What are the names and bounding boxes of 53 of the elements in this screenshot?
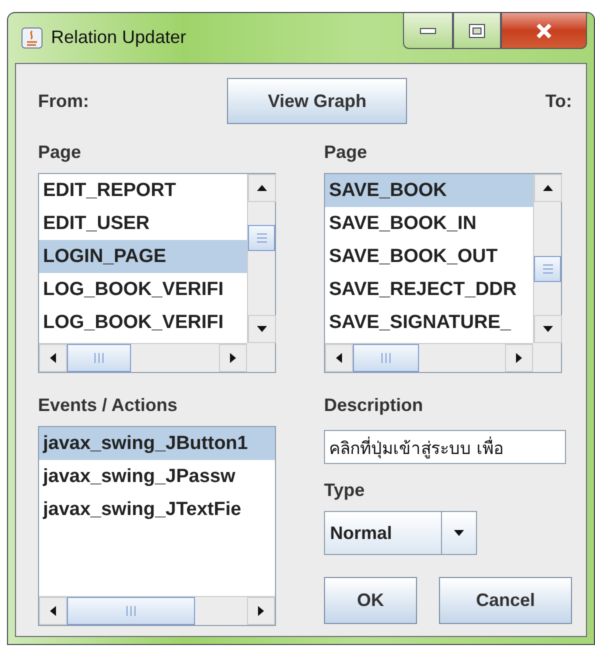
grip-icon xyxy=(542,263,554,275)
description-field[interactable]: คลิกที่ปุ่มเข้าสู่ระบบ เพื่อ xyxy=(324,430,566,464)
minimize-button[interactable] xyxy=(403,13,453,49)
to-label: To: xyxy=(545,90,572,112)
list-item[interactable]: LOGIN_PAGE xyxy=(39,240,247,273)
ok-button[interactable]: OK xyxy=(324,577,417,624)
scroll-up-button[interactable] xyxy=(248,174,276,202)
scroll-left-button[interactable] xyxy=(325,344,353,372)
horizontal-scrollbar[interactable] xyxy=(325,343,533,372)
scroll-down-button[interactable] xyxy=(534,315,562,343)
scrollbar-corner xyxy=(247,343,275,372)
vertical-scrollbar[interactable] xyxy=(247,174,275,343)
cancel-button[interactable]: Cancel xyxy=(439,577,572,624)
list-item[interactable]: SAVE_BOOK xyxy=(325,174,533,207)
minimize-icon xyxy=(420,28,436,34)
scroll-right-button[interactable] xyxy=(247,597,275,625)
events-label: Events / Actions xyxy=(38,395,178,416)
scroll-thumb[interactable] xyxy=(67,597,195,625)
scroll-thumb[interactable] xyxy=(353,344,419,372)
scroll-thumb[interactable] xyxy=(67,344,131,372)
list-box[interactable]: javax_swing_JButton1 javax_swing_JPassw javax_swing_JTextFie xyxy=(38,426,276,626)
scroll-thumb[interactable] xyxy=(248,225,275,251)
description-label: Description xyxy=(324,395,424,416)
type-label: Type xyxy=(324,480,366,501)
scroll-left-button[interactable] xyxy=(39,597,67,625)
page-label: Page xyxy=(38,142,82,163)
scroll-down-button[interactable] xyxy=(248,315,276,343)
scroll-up-button[interactable] xyxy=(534,174,562,202)
page-label: Page xyxy=(324,142,368,163)
list-box[interactable]: SAVE_BOOK SAVE_BOOK_IN SAVE_BOOK_OUT SAVE_REJECT_DDR SAVE_SIGNATURE_ xyxy=(324,173,562,373)
vertical-scrollbar[interactable] xyxy=(533,174,561,343)
from-label: From: xyxy=(38,90,89,112)
view-graph-button[interactable]: View Graph xyxy=(227,78,408,124)
grip-icon xyxy=(380,352,392,364)
maximize-icon xyxy=(469,24,485,38)
grip-icon xyxy=(93,352,105,364)
close-icon xyxy=(535,22,553,38)
horizontal-scrollbar[interactable] xyxy=(39,343,247,372)
scroll-right-button[interactable] xyxy=(219,344,247,372)
scroll-thumb[interactable] xyxy=(534,256,561,282)
scroll-left-button[interactable] xyxy=(39,344,67,372)
close-button[interactable] xyxy=(501,13,587,49)
grip-icon xyxy=(125,605,137,617)
grip-icon xyxy=(256,232,268,244)
window-title: Relation Updater xyxy=(51,27,186,48)
scrollbar-corner xyxy=(533,343,561,372)
list-item[interactable]: javax_swing_JButton1 xyxy=(39,427,275,460)
scroll-right-button[interactable] xyxy=(505,344,533,372)
list-box[interactable]: EDIT_REPORT EDIT_USER LOGIN_PAGE LOG_BOOK_VERIFI LOG_BOOK_VERIFI xyxy=(38,173,276,373)
app-icon xyxy=(21,27,43,49)
maximize-button[interactable] xyxy=(453,13,501,49)
type-dropdown[interactable]: Normal xyxy=(324,511,477,555)
horizontal-scrollbar[interactable] xyxy=(39,596,275,625)
